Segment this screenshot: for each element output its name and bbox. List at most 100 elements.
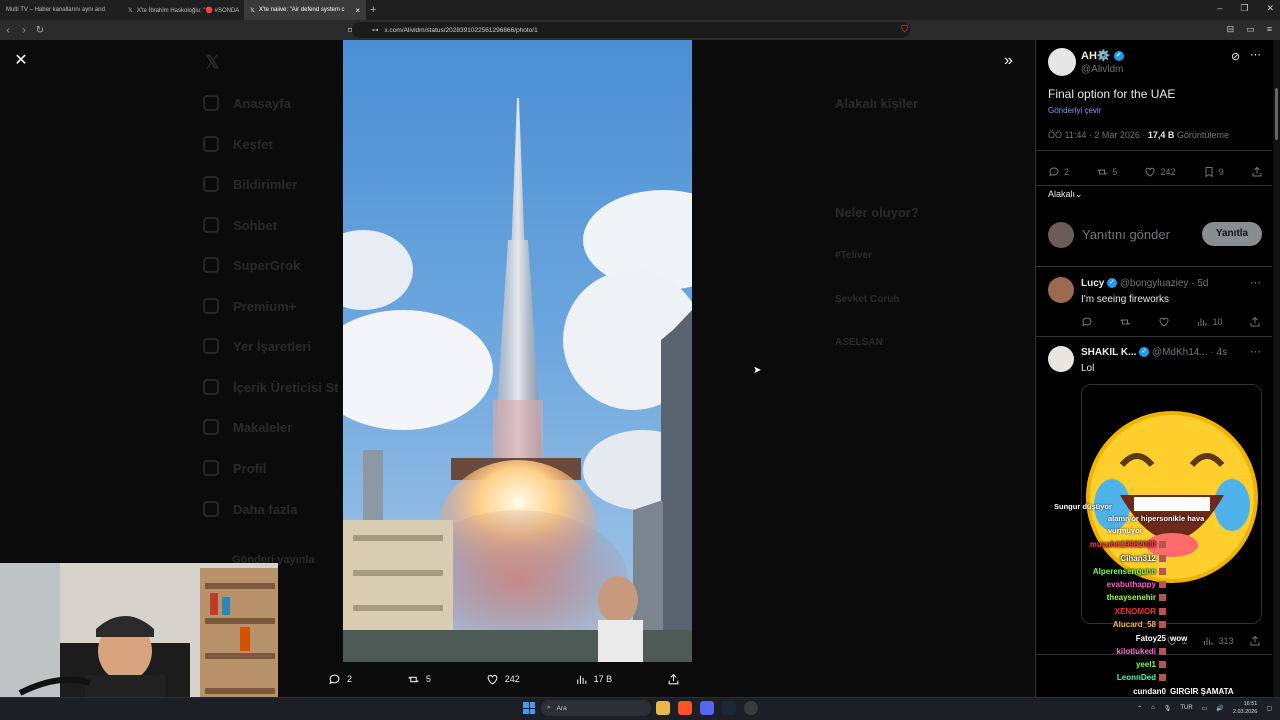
share-button[interactable] [667,673,680,686]
chat-message: cundan0 GIRGIR ŞAMATA [1133,687,1234,696]
nav-label: SuperGrok [233,257,301,273]
reload-icon[interactable]: ↻ [32,25,48,36]
nav-creator-studio: İçerik Üreticisi St [203,379,339,395]
avatar[interactable] [1048,48,1076,76]
reply-author-name[interactable]: Lucy [1081,278,1104,289]
browser-tab-3[interactable]: 𝕏 X'te naiive: "Air defend system c × [244,0,366,20]
share-button[interactable] [1251,166,1263,178]
reply-author-name[interactable]: SHAKIL K... [1081,347,1136,358]
minimize-icon[interactable]: – [1217,3,1222,14]
browser-tab-2[interactable]: 𝕏 X'te İbrahim Haskoloğlu: "🔴 #SONDA [122,0,244,20]
reply-input[interactable]: Yanıtını gönder [1082,227,1170,242]
chat-message: Alperensengunn [1093,567,1166,576]
like-button[interactable] [1158,316,1170,328]
back-icon[interactable]: ‹ [0,25,16,36]
repost-button[interactable]: 5 [1096,166,1117,178]
chat-badge-icon [1159,674,1166,682]
browser-tab-1[interactable]: Multi TV – Haber kanallarını aynı and [0,0,122,20]
reply-submit-button[interactable]: Yanıtla [1202,222,1262,246]
more-options-icon[interactable]: ⋯ [1250,345,1261,358]
author-name: AH⚙️ [1081,50,1111,62]
language-indicator[interactable]: TUR [1180,705,1192,711]
speaker-icon[interactable]: 🔊 [1216,705,1223,712]
search-icon: ⌕ [547,704,551,711]
like-button[interactable]: 242 [486,673,520,686]
reply-author-handle[interactable]: @bongyluaziey [1120,278,1189,289]
premium-icon [203,298,219,314]
chat-message: Cihan312 [1120,554,1166,563]
scrollbar-thumb[interactable] [1275,88,1278,140]
sort-dropdown[interactable]: Alakalı⌄ [1048,189,1083,200]
reply-button[interactable] [1081,316,1093,328]
close-window-icon[interactable]: ✕ [1266,3,1274,14]
taskbar-search[interactable]: ⌕ Ara [541,700,651,716]
notifications-icon[interactable]: ▢ [1266,705,1272,712]
brave-browser-icon[interactable] [678,701,692,715]
repost-button[interactable] [1119,316,1131,328]
brave-shield-icon[interactable]: ⛉ [901,24,908,35]
tab-label: X'te naiive: "Air defend system c [258,7,345,13]
whats-happening-title: Neler oluyor? [835,205,919,220]
address-bar[interactable]: ⌑ ⊶ x.com/Alivldm/status/202839102256129… [348,22,910,38]
clock-time: 16:51 [1243,701,1258,707]
chat-username: LeonnDed [1116,673,1156,682]
more-options-icon[interactable]: ⋯ [1250,276,1261,289]
bookmark-button[interactable]: 9 [1203,166,1224,178]
tweet-photo[interactable] [343,40,692,662]
like-button[interactable]: 242 [1144,166,1176,178]
like-count: 242 [1160,167,1176,177]
tweet-time[interactable]: ÖÖ 11:44 · 2 Mar 2026 · [1048,130,1148,140]
related-title: Alakalı kişiler [835,96,919,111]
views-button[interactable]: 10 [1196,316,1222,328]
nav-label: Makaleler [233,419,293,435]
file-explorer-icon[interactable] [656,701,670,715]
reply-button[interactable]: 2 [1048,166,1069,178]
grok-icon[interactable]: ⊘ [1231,50,1240,63]
avatar[interactable] [1048,277,1074,303]
heart-icon [487,674,498,684]
author-handle[interactable]: @Alivldm [1081,64,1123,75]
discord-icon[interactable] [700,701,714,715]
repost-icon [408,676,419,682]
chat-overlay-text: vurmuyor [1108,526,1143,535]
new-tab-icon[interactable]: + [370,4,376,16]
steam-icon[interactable] [722,701,736,715]
menu-icon[interactable]: ≡ [1267,24,1272,35]
close-tab-icon[interactable]: × [355,6,360,15]
obs-icon[interactable] [744,701,758,715]
network-icon[interactable]: ⌂ [1151,705,1155,711]
reply-time[interactable]: · 5d [1191,278,1208,289]
chat-message: Alucard_58 [1113,620,1166,629]
microphone-icon[interactable]: 🎙 [1164,705,1172,712]
close-photo-icon[interactable]: ✕ [12,52,30,70]
wallet-icon[interactable]: ▭ [1246,24,1255,35]
views-button[interactable]: 17 B [575,673,612,686]
nav-label: Premium+ [233,298,297,314]
windows-start-icon[interactable] [523,702,535,714]
reply-author-handle[interactable]: @MdKh14... [1152,347,1208,358]
forward-icon[interactable]: › [16,25,32,36]
repost-count: 5 [1112,167,1118,177]
chat-message: LeonnDed [1117,673,1166,682]
bookmark-icon[interactable]: ⌑ [348,26,352,35]
sidebar-icon[interactable]: ⊟ [1227,24,1235,35]
reply-header: Lucy ✓ @bongyluaziey · 5d [1081,278,1208,289]
clock[interactable]: 16:51 2.03.2026 [1233,700,1257,716]
nav-supergrok: SuperGrok [203,257,300,273]
display-icon[interactable]: ▭ [1202,705,1208,712]
site-info-icon[interactable]: ⊶ [372,26,379,34]
more-options-icon[interactable]: ⋯ [1250,48,1261,61]
restore-icon[interactable]: ❐ [1240,3,1248,14]
author-name-row[interactable]: AH⚙️ ✓ [1081,49,1124,62]
reply-time[interactable]: · 4s [1210,347,1227,358]
collapse-panel-icon[interactable]: » [1004,52,1013,70]
trend-item: #Teliver [835,250,873,261]
repost-button[interactable]: 5 [407,673,431,686]
avatar[interactable] [1048,346,1074,372]
reply-button[interactable]: 2 [328,673,352,686]
share-button[interactable] [1249,316,1261,328]
chat-username: Alperensengunn [1092,567,1156,576]
translate-link[interactable]: Gönderiyi çevir [1048,106,1101,115]
chevron-up-icon[interactable]: ⌃ [1137,705,1142,712]
nav-articles: Makaleler [203,419,292,435]
